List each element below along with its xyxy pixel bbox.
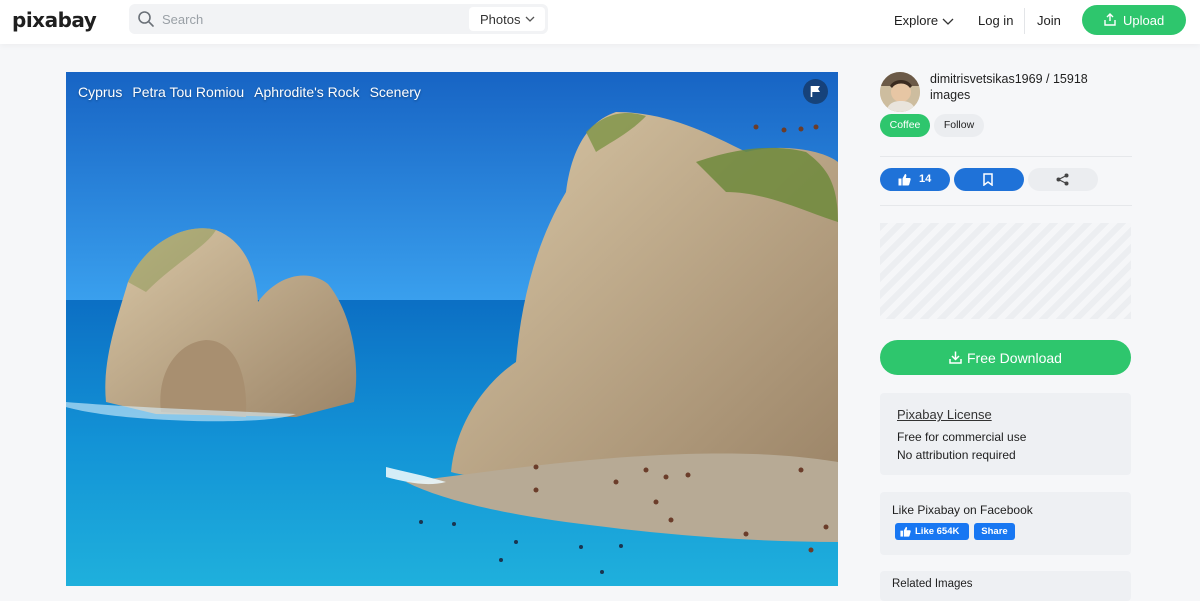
free-download-button[interactable]: Free Download	[880, 340, 1131, 375]
join-link[interactable]: Join	[1037, 13, 1061, 28]
photo-tags: Cyprus Petra Tou Romiou Aphrodite's Rock…	[78, 84, 421, 100]
explore-menu[interactable]: Explore	[894, 13, 954, 28]
report-flag-button[interactable]	[803, 79, 828, 104]
search-type-label: Photos	[480, 12, 521, 27]
license-line: No attribution required	[897, 448, 1016, 462]
license-link[interactable]: Pixabay License	[897, 407, 992, 422]
coffee-button[interactable]: Coffee	[880, 114, 930, 137]
license-line: Free for commercial use	[897, 430, 1027, 444]
search-icon	[138, 11, 154, 27]
chevron-down-icon	[525, 16, 535, 22]
photo-scene	[66, 72, 838, 586]
nav-divider	[1024, 8, 1025, 34]
download-label: Free Download	[967, 350, 1062, 366]
facebook-panel-title: Like Pixabay on Facebook	[892, 503, 1033, 517]
pixabay-logo[interactable]: pixabay	[12, 8, 97, 32]
download-icon	[949, 351, 962, 364]
upload-label: Upload	[1123, 13, 1165, 28]
like-button[interactable]: 14	[880, 168, 950, 191]
explore-label: Explore	[894, 13, 939, 28]
divider	[880, 156, 1132, 157]
facebook-panel: Like Pixabay on Facebook Like 654K Share	[880, 492, 1131, 555]
follow-button[interactable]: Follow	[934, 114, 984, 137]
thumbs-up-icon	[898, 174, 911, 186]
tag-link[interactable]: Petra Tou Romiou	[132, 84, 244, 100]
top-header: pixabay Photos Explore Log in Join Uploa…	[0, 0, 1200, 44]
facebook-like-label: Like 654K	[915, 526, 960, 537]
author-name[interactable]: dimitrisvetsikas1969 / 15918 images	[930, 71, 1120, 103]
upload-button[interactable]: Upload	[1082, 5, 1186, 35]
search-type-dropdown[interactable]: Photos	[469, 7, 545, 31]
bookmark-icon	[983, 173, 993, 186]
facebook-like-button[interactable]: Like 654K	[895, 523, 969, 540]
main-photo[interactable]: Cyprus Petra Tou Romiou Aphrodite's Rock…	[66, 72, 838, 586]
ad-placeholder	[880, 223, 1131, 319]
related-images-title: Related Images	[892, 578, 973, 590]
upload-icon	[1104, 13, 1116, 26]
search-bar: Photos	[129, 4, 548, 34]
chevron-down-icon	[942, 18, 954, 25]
facebook-share-button[interactable]: Share	[974, 523, 1015, 540]
divider	[880, 205, 1132, 206]
tag-link[interactable]: Scenery	[370, 84, 421, 100]
search-input[interactable]	[162, 9, 462, 29]
tag-link[interactable]: Cyprus	[78, 84, 122, 100]
thumbs-up-icon	[900, 526, 911, 537]
login-link[interactable]: Log in	[978, 13, 1013, 28]
license-panel: Pixabay License Free for commercial use …	[880, 393, 1131, 475]
bookmark-button[interactable]	[954, 168, 1024, 191]
author-avatar-image	[880, 72, 920, 112]
avatar[interactable]	[880, 72, 920, 112]
share-button[interactable]	[1028, 168, 1098, 191]
related-images-panel: Related Images	[880, 571, 1131, 601]
tag-link[interactable]: Aphrodite's Rock	[254, 84, 359, 100]
like-count: 14	[919, 173, 932, 185]
flag-icon	[810, 86, 820, 97]
share-icon	[1056, 173, 1069, 186]
